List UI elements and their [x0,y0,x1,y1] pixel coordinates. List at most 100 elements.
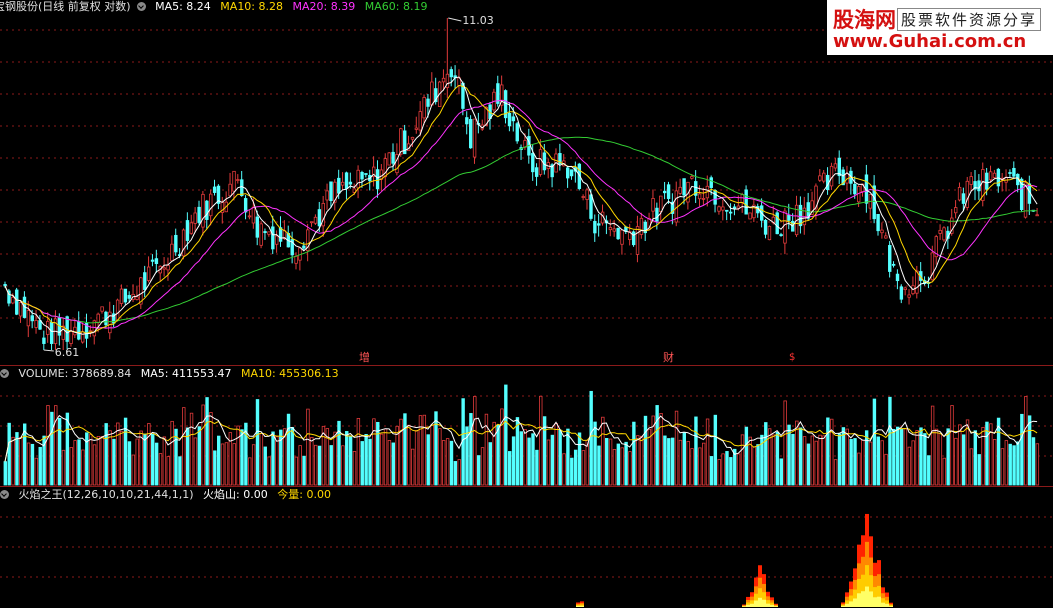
volume-bar-up [92,444,97,486]
current-volume-label: 今量: 0.00 [277,488,331,501]
volume-bar-down [713,414,718,486]
candle-up [833,163,838,169]
candle-up [903,287,907,290]
volume-bar-up [845,428,849,486]
volume-bar-up [1000,448,1005,486]
volume-bar-up [100,436,104,486]
volume-bar-up [818,434,822,486]
volume-bar-up [457,459,461,486]
volume-bar-down [892,428,896,486]
volume-bar-down [558,429,562,486]
ma5-label: MA5: 8.24 [155,0,211,13]
candle-down [212,186,217,193]
volume-bar-up [236,425,240,486]
volume-bar-up [259,433,264,486]
volume-bar-up [814,440,818,486]
candle-down [127,295,131,299]
volume-settings-circle-icon[interactable] [0,369,9,378]
volume-bar-up [810,435,815,486]
volume-bar-up [523,429,527,486]
candle-up [942,227,946,241]
volume-panel[interactable]: VOLUME: 378689.84 MA5: 411553.47 MA10: 4… [0,365,1053,487]
candle-up [969,176,973,185]
flame-settings-circle-icon[interactable] [0,490,9,499]
volume-bar-down [849,438,853,486]
volume-bar-up [717,459,721,486]
volume-bar-down [127,441,132,486]
volume-bar-down [511,436,516,486]
volume-bar-down [791,433,795,486]
volume-bar-up [313,444,318,486]
candle-down [725,209,729,212]
candle-up [1023,182,1028,218]
candle-up [26,310,31,327]
volume-bar-down [469,413,473,486]
volume-bar-up [612,449,617,486]
volume-bar-up [251,444,256,486]
flame-bar [849,601,853,607]
volume-bar-down [205,397,209,486]
volume-bar-up [771,434,776,486]
ma10-line [4,84,1038,334]
volume-bar-down [1016,441,1020,486]
candle-down [655,207,659,222]
candle-down [985,172,989,190]
candle-down [1012,167,1016,177]
flame-bar [754,600,758,607]
volume-bar-down [670,437,675,486]
candle-up [954,207,958,214]
candle-down [888,245,892,272]
candle-up [228,183,232,197]
volume-bar-up [232,443,236,486]
candle-up [247,215,252,218]
candle-down [895,273,900,282]
volume-bar-down [876,436,880,486]
settings-circle-icon[interactable] [136,2,146,11]
flame-mountain-label: 火焰山: 0.00 [203,488,268,501]
candle-down [899,286,904,300]
event-marker-zeng[interactable]: 增 [359,349,370,365]
volume-chart[interactable] [0,366,1053,487]
volume-bar-up [88,434,93,486]
volume-bar-down [872,398,877,486]
candle-up [294,255,298,264]
volume-bar-down [923,433,927,486]
volume-bar-up [884,453,888,486]
volume-bar-up [942,457,946,486]
flame-chart[interactable] [0,487,1053,608]
candle-down [763,219,768,235]
candle-up [73,326,77,336]
volume-bar-down [961,434,966,486]
candle-down [391,151,395,164]
volume-bar-down [345,431,349,486]
candle-down [154,258,159,264]
event-marker-dollar[interactable]: $ [789,352,795,363]
volume-bar-down [453,461,458,486]
ma60-label: MA60: 8.19 [364,0,428,13]
event-marker-cai[interactable]: 财 [663,349,674,365]
volume-bar-up [903,428,908,486]
volume-bar-up [275,436,279,486]
flame-bar [758,597,762,607]
candle-down [1008,172,1012,174]
volume-bar-down [112,438,116,486]
volume-bar-up [341,445,345,486]
candle-up [422,97,426,119]
volume-bar-up [822,435,826,486]
volume-bar-up [1024,396,1028,486]
candle-down [728,211,733,214]
volume-bar-down [643,415,648,486]
volume-bar-down [764,422,768,486]
volume-bar-up [430,424,434,486]
volume-bar-up [19,436,23,486]
flame-panel[interactable]: 火焰之王(12,26,10,10,21,44,1,1) 火焰山: 0.00 今量… [0,486,1053,608]
volume-bar-down [151,434,155,486]
volume-bar-down [434,411,438,486]
volume-bar-down [593,421,597,486]
volume-bar-down [240,429,244,486]
candle-up [915,270,919,294]
volume-bar-down [806,443,811,486]
volume-bar-down [709,456,714,486]
volume-bar-down [317,445,322,486]
candle-up [209,193,213,217]
